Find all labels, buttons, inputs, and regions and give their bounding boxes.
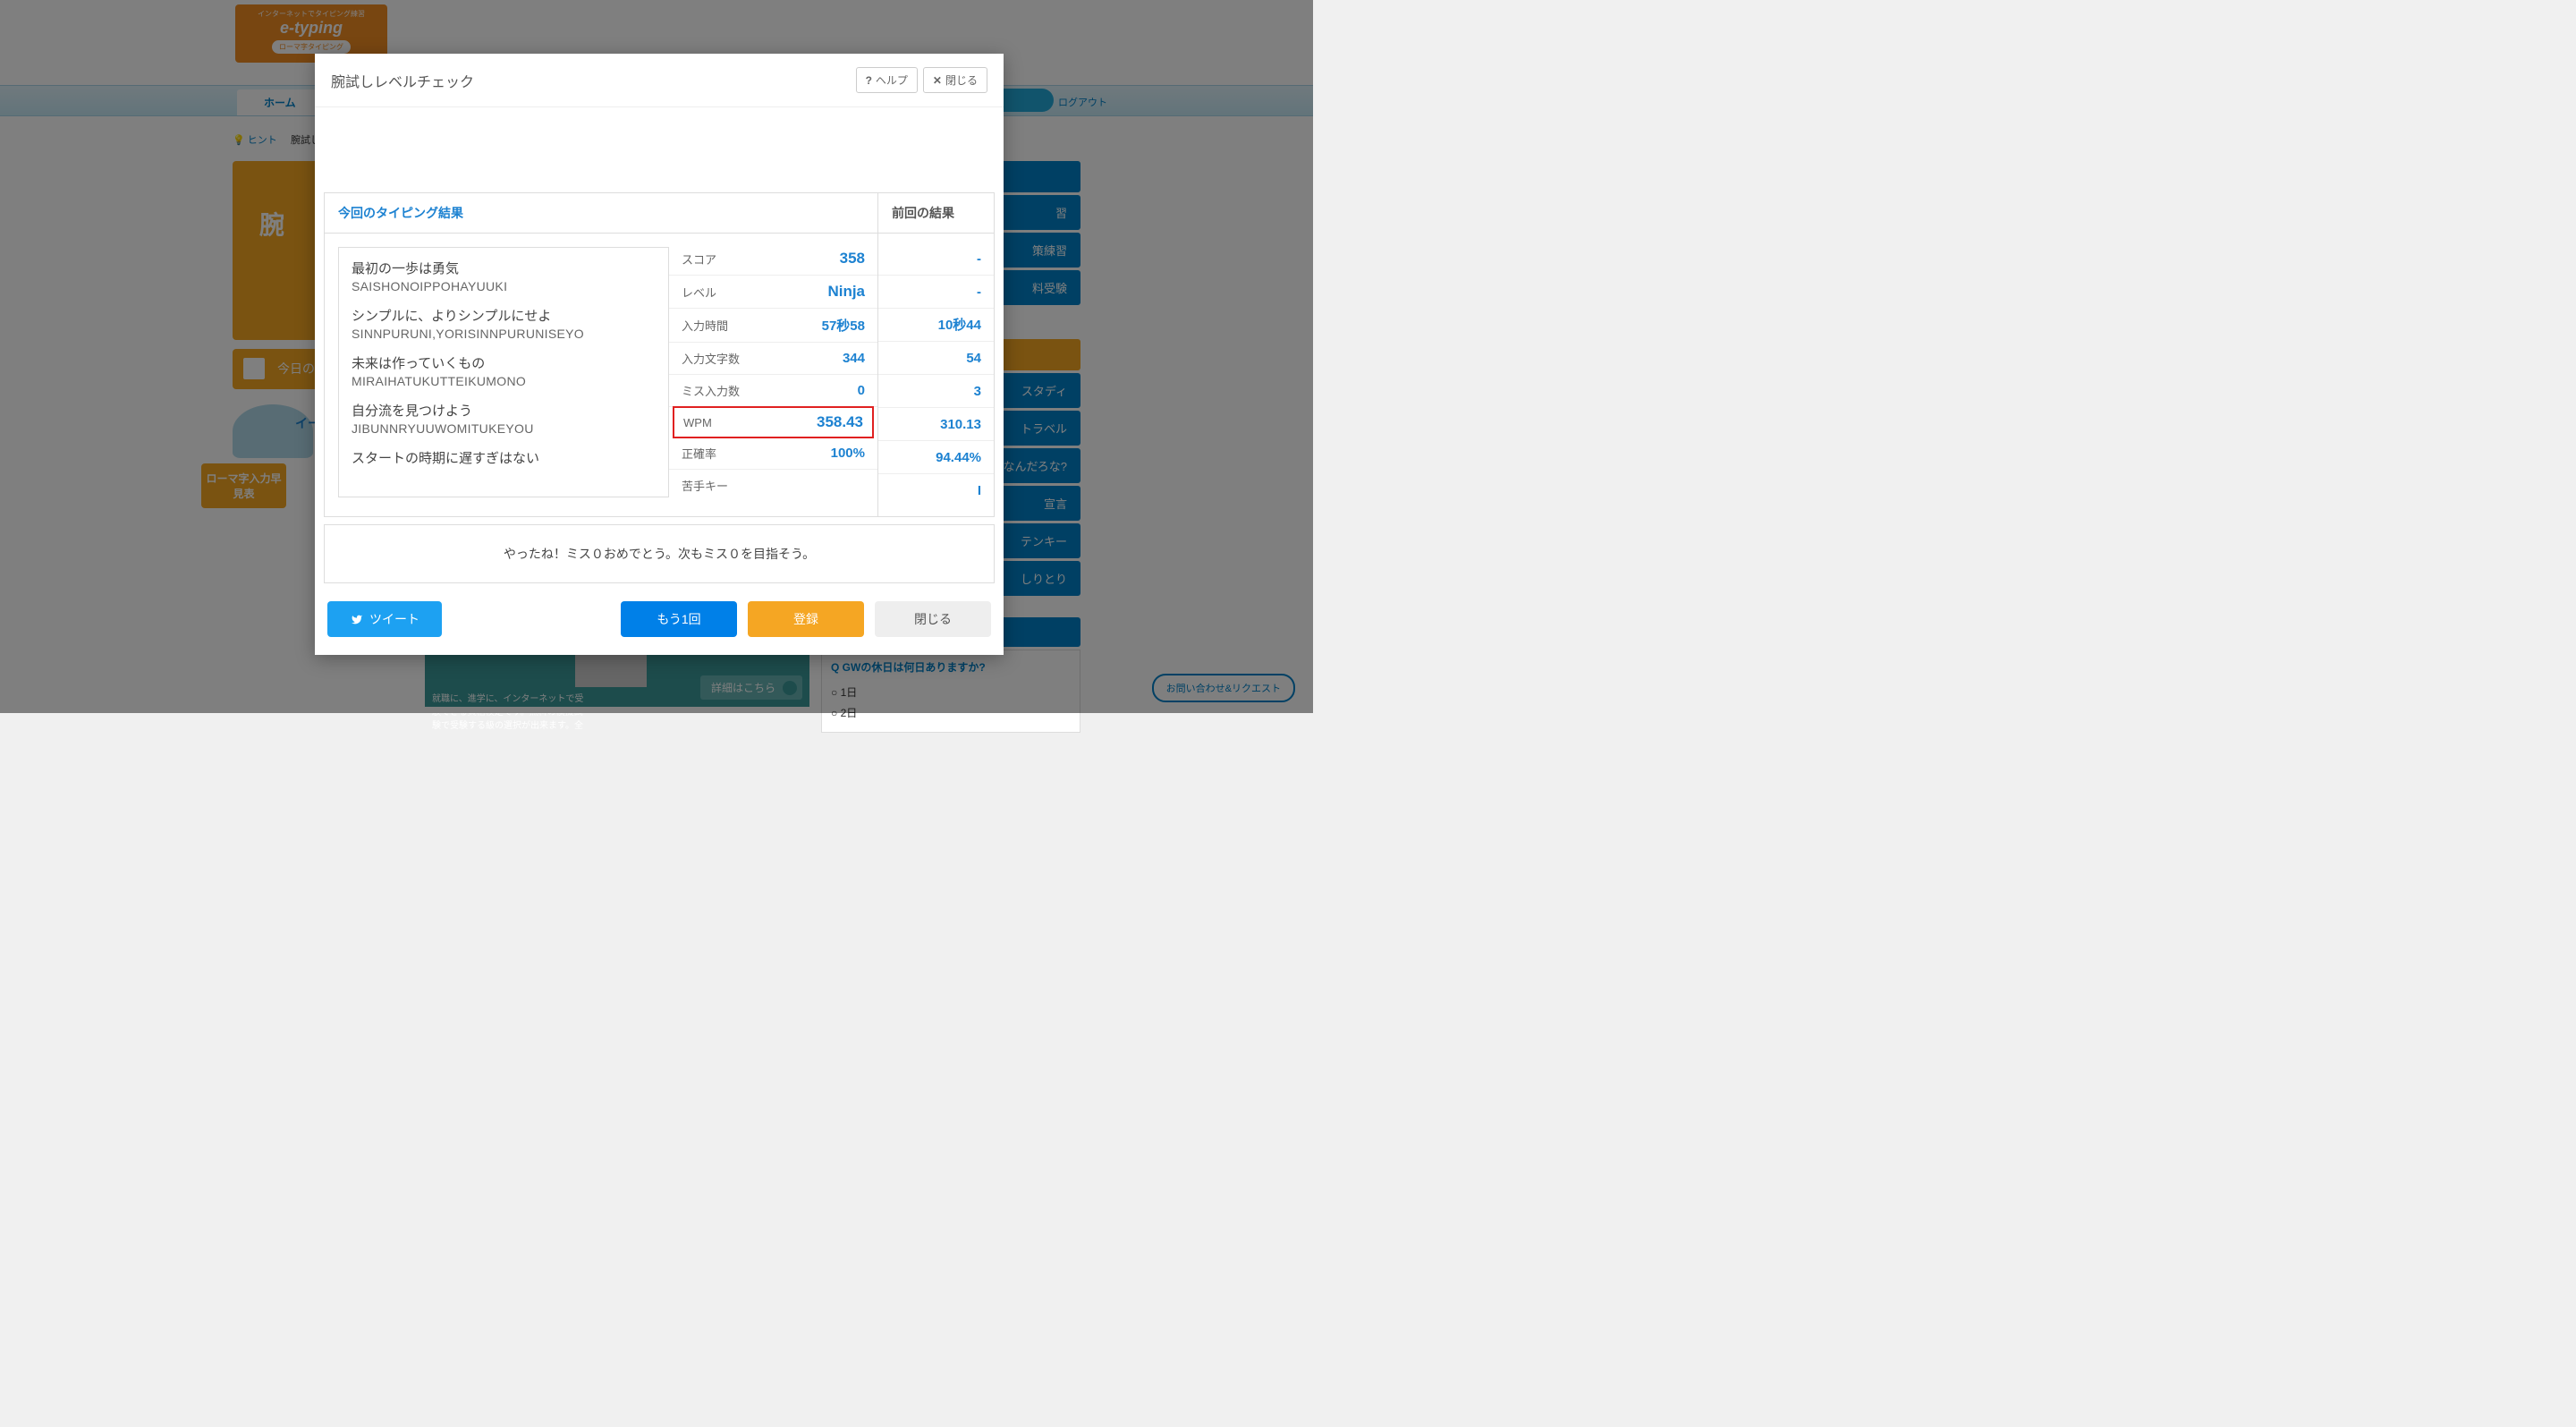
stat-value: 358	[840, 250, 865, 268]
master-desc: 験で受験する級の選択が出来ます。全	[432, 718, 802, 731]
stat-level: レベル Ninja	[669, 276, 877, 309]
register-button[interactable]: 登録	[748, 601, 864, 637]
close-button[interactable]: ✕ 閉じる	[923, 67, 987, 93]
close-footer-button[interactable]: 閉じる	[875, 601, 991, 637]
prev-stat-score: -	[878, 242, 994, 276]
stat-label: レベル	[682, 284, 716, 301]
stat-value: 344	[843, 351, 865, 366]
modal-header: 腕試しレベルチェック ? ヘルプ ✕ 閉じる	[315, 54, 1004, 107]
current-result-column: 今回のタイピング結果 最初の一歩は勇気 SAISHONOIPPOHAYUUKI …	[325, 193, 877, 516]
phrase-item: 自分流を見つけよう JIBUNNRYUUWOMITUKEYOU	[352, 401, 656, 436]
phrase-jp: スタートの時期に遅すぎはない	[352, 448, 656, 467]
retry-button[interactable]: もう1回	[621, 601, 737, 637]
current-result-content: 最初の一歩は勇気 SAISHONOIPPOHAYUUKI シンプルに、よりシンプ…	[325, 234, 877, 510]
tweet-button[interactable]: ツイート	[327, 601, 442, 637]
previous-result-column: 前回の結果 - - 10秒44 54 3 310.13 94.44% I	[877, 193, 994, 516]
modal-title: 腕試しレベルチェック	[331, 70, 474, 91]
phrase-item: 最初の一歩は勇気 SAISHONOIPPOHAYUUKI	[352, 259, 656, 293]
prev-stat-accuracy: 94.44%	[878, 441, 994, 474]
prev-stat-weak: I	[878, 474, 994, 507]
current-stats: スコア 358 レベル Ninja 入力時間 57秒58 入力文字数	[669, 234, 877, 510]
prev-stat-level: -	[878, 276, 994, 309]
stat-label: 正確率	[682, 445, 716, 462]
stat-value: 0	[858, 383, 865, 398]
phrase-item: スタートの時期に遅すぎはない	[352, 448, 656, 467]
previous-result-header: 前回の結果	[878, 193, 994, 234]
phrase-romaji: SAISHONOIPPOHAYUUKI	[352, 279, 656, 293]
stat-value: Ninja	[827, 283, 865, 301]
result-message: やったね！ミス０おめでとう。次もミス０を目指そう。	[324, 524, 995, 583]
stat-wpm: WPM 358.43	[673, 406, 874, 438]
stat-chars: 入力文字数 344	[669, 343, 877, 375]
stat-score: スコア 358	[669, 242, 877, 276]
help-icon: ?	[866, 74, 872, 87]
previous-stats: - - 10秒44 54 3 310.13 94.44% I	[878, 234, 994, 516]
modal-footer: ツイート もう1回 登録 閉じる	[315, 583, 1004, 655]
phrase-romaji: MIRAIHATUKUTTEIKUMONO	[352, 374, 656, 388]
stat-weak: 苦手キー	[669, 470, 877, 501]
phrase-romaji: SINNPURUNI,YORISINNPURUNISEYO	[352, 327, 656, 341]
prev-stat-miss: 3	[878, 375, 994, 408]
phrase-jp: 最初の一歩は勇気	[352, 259, 656, 277]
current-result-header: 今回のタイピング結果	[325, 193, 877, 234]
prev-stat-chars: 54	[878, 342, 994, 375]
phrase-jp: シンプルに、よりシンプルにせよ	[352, 306, 656, 325]
close-icon: ✕	[933, 74, 942, 87]
stat-label: ミス入力数	[682, 382, 740, 399]
stat-accuracy: 正確率 100%	[669, 437, 877, 470]
phrase-item: シンプルに、よりシンプルにせよ SINNPURUNI,YORISINNPURUN…	[352, 306, 656, 341]
modal-header-buttons: ? ヘルプ ✕ 閉じる	[856, 67, 987, 93]
phrase-list[interactable]: 最初の一歩は勇気 SAISHONOIPPOHAYUUKI シンプルに、よりシンプ…	[338, 247, 669, 497]
modal-spacer	[324, 107, 995, 192]
phrase-jp: 未来は作っていくもの	[352, 353, 656, 372]
stat-label: 入力文字数	[682, 350, 740, 367]
stat-label: スコア	[682, 251, 716, 268]
phrase-item: 未来は作っていくもの MIRAIHATUKUTTEIKUMONO	[352, 353, 656, 388]
prev-stat-time: 10秒44	[878, 309, 994, 342]
twitter-icon	[350, 614, 364, 625]
stat-label: WPM	[683, 416, 712, 429]
results-container: 今回のタイピング結果 最初の一歩は勇気 SAISHONOIPPOHAYUUKI …	[324, 192, 995, 517]
stat-label: 苦手キー	[682, 477, 728, 494]
stat-miss: ミス入力数 0	[669, 375, 877, 407]
phrase-romaji: JIBUNNRYUUWOMITUKEYOU	[352, 421, 656, 436]
phrase-jp: 自分流を見つけよう	[352, 401, 656, 420]
stat-time: 入力時間 57秒58	[669, 309, 877, 343]
stat-value: 358.43	[817, 413, 863, 431]
help-button[interactable]: ? ヘルプ	[856, 67, 918, 93]
stat-label: 入力時間	[682, 317, 728, 334]
result-modal: 腕試しレベルチェック ? ヘルプ ✕ 閉じる 今回のタイピング結果	[315, 54, 1004, 655]
modal-body: 今回のタイピング結果 最初の一歩は勇気 SAISHONOIPPOHAYUUKI …	[315, 107, 1004, 583]
stat-value: 100%	[831, 446, 865, 461]
stat-value: 57秒58	[822, 316, 865, 335]
prev-stat-wpm: 310.13	[878, 408, 994, 441]
